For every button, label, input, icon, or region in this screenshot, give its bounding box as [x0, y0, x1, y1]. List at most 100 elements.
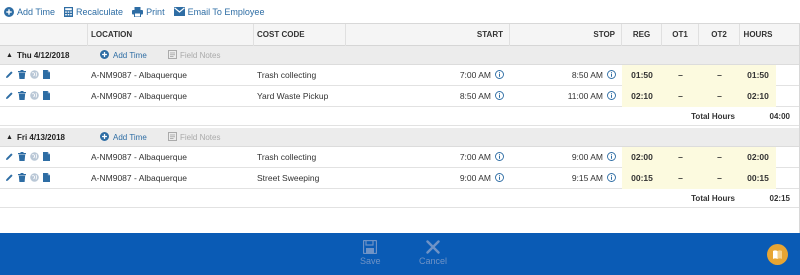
notes-icon — [168, 49, 180, 61]
email-employee-button[interactable]: Email To Employee — [173, 7, 264, 17]
hours-column-header[interactable]: HOURS — [740, 24, 776, 46]
total-hours-value: 04:00 — [769, 111, 790, 121]
cost-code-cell: Street Sweeping — [257, 173, 320, 183]
field-notes-button: Field Notes — [168, 131, 220, 143]
cost-code-cell: Trash collecting — [257, 70, 317, 80]
plus-circle-icon — [100, 131, 113, 143]
pencil-icon[interactable] — [5, 91, 14, 102]
total-hours-label: Total Hours — [691, 193, 735, 203]
day-toggle[interactable]: ▲ Fri 4/13/2018 — [0, 133, 100, 142]
total-hours-value: 02:15 — [769, 193, 790, 203]
pencil-icon[interactable] — [5, 152, 14, 163]
group-spacer — [0, 208, 800, 210]
document-icon[interactable] — [43, 90, 50, 102]
location-cell: A-NM9087 - Albaquerque — [91, 152, 187, 162]
trash-icon[interactable] — [18, 69, 26, 81]
globe-icon[interactable] — [30, 151, 39, 163]
pencil-icon[interactable] — [5, 173, 14, 184]
day-add-time-button[interactable]: Add Time — [100, 131, 168, 143]
ot1-column-header[interactable]: OT1 — [662, 23, 699, 46]
globe-icon[interactable] — [30, 90, 39, 102]
document-icon[interactable] — [43, 172, 50, 184]
info-icon[interactable] — [495, 151, 504, 163]
stop-time: 8:50 AM — [571, 70, 603, 80]
cancel-button[interactable]: Cancel — [419, 240, 447, 266]
save-button[interactable]: Save — [360, 240, 381, 266]
stop-time: 9:15 AM — [571, 173, 603, 183]
day-add-time-button[interactable]: Add Time — [100, 49, 168, 61]
document-icon[interactable] — [43, 69, 50, 81]
reg-cell: 02:10 — [622, 85, 662, 107]
total-row: Total Hours 04:00 — [0, 107, 800, 126]
trash-icon[interactable] — [18, 172, 26, 184]
trash-icon[interactable] — [18, 90, 26, 102]
day-group-header: ▲ Fri 4/13/2018 Add Time Field Notes — [0, 128, 800, 147]
start-time: 9:00 AM — [459, 173, 491, 183]
cost-code-cell: Yard Waste Pickup — [257, 91, 329, 101]
hours-cell: 02:10 — [740, 85, 776, 107]
trash-icon[interactable] — [18, 151, 26, 163]
save-label: Save — [360, 256, 381, 266]
hours-cell: 02:00 — [740, 146, 776, 168]
document-icon[interactable] — [43, 151, 50, 163]
globe-icon[interactable] — [30, 69, 39, 81]
cost-code-cell: Trash collecting — [257, 152, 317, 162]
cancel-label: Cancel — [419, 256, 448, 266]
plus-circle-icon — [100, 49, 113, 61]
stop-cell: 9:00 AM — [510, 151, 622, 163]
start-column-header[interactable]: START — [346, 23, 510, 46]
stop-column-header[interactable]: STOP — [510, 23, 622, 46]
hours-cell: 00:15 — [740, 167, 776, 189]
ot2-cell: – — [699, 64, 740, 86]
info-icon[interactable] — [495, 172, 504, 184]
reg-column-header[interactable]: REG — [622, 23, 662, 46]
close-icon — [426, 240, 440, 254]
ot2-column-header[interactable]: OT2 — [699, 23, 740, 46]
reg-cell: 01:50 — [622, 64, 662, 86]
info-icon[interactable] — [607, 151, 616, 163]
start-cell: 8:50 AM — [346, 90, 510, 102]
pencil-icon[interactable] — [5, 70, 14, 81]
day-groups: ▲ Thu 4/12/2018 Add Time Field Notes A-NM908… — [0, 46, 800, 210]
table-row: A-NM9087 - Albaquerque Trash collecting 7:… — [0, 64, 800, 86]
info-icon[interactable] — [607, 90, 616, 102]
timecard-grid: LOCATION COST CODE START STOP REG OT1 OT… — [0, 23, 800, 210]
start-cell: 7:00 AM — [346, 69, 510, 81]
cost-code-column-header[interactable]: COST CODE — [254, 23, 346, 46]
help-book-button[interactable] — [767, 244, 788, 265]
print-icon — [132, 6, 144, 17]
field-notes-button: Field Notes — [168, 49, 221, 61]
day-toggle[interactable]: ▲ Thu 4/12/2018 — [0, 51, 100, 60]
info-icon[interactable] — [495, 90, 504, 102]
add-time-button[interactable]: Add Time — [4, 6, 56, 17]
table-row: A-NM9087 - Albaquerque Trash collecting 7:… — [0, 146, 800, 168]
reg-cell: 02:00 — [622, 146, 662, 168]
location-column-header[interactable]: LOCATION — [88, 23, 254, 46]
recalculate-button[interactable]: Recalculate — [64, 6, 123, 17]
table-row: A-NM9087 - Albaquerque Street Sweeping 9:0… — [0, 167, 800, 189]
day-date-label: Thu 4/12/2018 — [16, 50, 70, 60]
globe-icon[interactable] — [30, 172, 39, 184]
info-icon[interactable] — [607, 172, 616, 184]
field-notes-label: Field Notes — [180, 50, 221, 60]
toolbar: Add Time Recalculate Print Email To Empl… — [0, 0, 800, 24]
print-button[interactable]: Print — [132, 6, 165, 17]
column-header-row: LOCATION COST CODE START STOP REG OT1 OT… — [0, 23, 800, 46]
calculator-icon — [64, 6, 74, 17]
ot2-cell: – — [699, 167, 740, 189]
stop-cell: 8:50 AM — [510, 69, 622, 81]
start-time: 7:00 AM — [459, 70, 491, 80]
info-icon[interactable] — [607, 69, 616, 81]
day-add-time-label: Add Time — [113, 50, 147, 60]
day-add-time-label: Add Time — [113, 132, 147, 142]
plus-circle-icon — [4, 6, 14, 17]
add-time-label: Add Time — [17, 6, 56, 17]
location-cell: A-NM9087 - Albaquerque — [91, 91, 187, 101]
info-icon[interactable] — [495, 69, 504, 81]
ot2-cell: – — [699, 85, 740, 107]
ot1-cell: – — [662, 167, 699, 189]
table-row: A-NM9087 - Albaquerque Yard Waste Pickup 8… — [0, 85, 800, 107]
row-actions — [0, 172, 88, 184]
day-group-header: ▲ Thu 4/12/2018 Add Time Field Notes — [0, 46, 800, 65]
ot1-cell: – — [662, 85, 699, 107]
